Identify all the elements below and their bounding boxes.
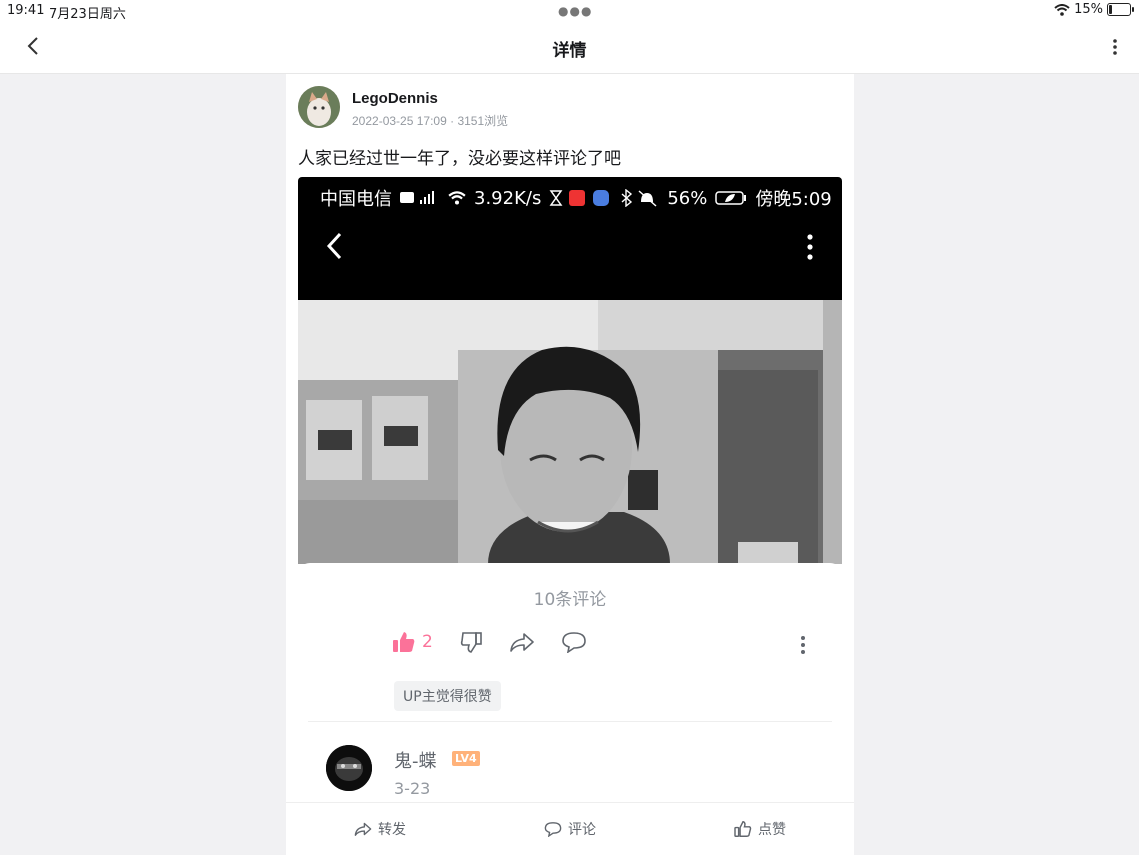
battery-percent: 15%	[1074, 2, 1103, 17]
post-views: 3151浏览	[457, 114, 509, 128]
up-liked-badge: UP主觉得很赞	[394, 681, 501, 711]
phone-back-icon	[326, 232, 342, 260]
status-time: 19:41	[7, 3, 45, 18]
share-icon	[510, 633, 534, 652]
post-timestamp: 2022-03-25 17:09	[352, 114, 447, 128]
phone-app-icons	[549, 190, 610, 206]
bottom-action-bar: 转发 评论 点赞	[286, 802, 854, 855]
commenter-name: 鬼-蝶	[394, 751, 437, 772]
comment-date: 3-23	[394, 779, 431, 798]
thumb-up-icon	[393, 632, 415, 652]
status-bar: 19:41 7月23日周六 ●●● 15%	[0, 0, 1139, 22]
comment-actions: 2	[392, 631, 613, 653]
phone-battery-icon	[715, 191, 747, 205]
post-card: LegoDennis 2022-03-25 17:09 · 3151浏览 人家已…	[286, 74, 854, 854]
commenter-avatar	[326, 745, 372, 791]
nav-bar: 详情	[0, 22, 1139, 74]
thumb-up-icon	[734, 821, 752, 837]
comment-icon	[544, 822, 562, 837]
battery-icon	[1107, 3, 1134, 16]
post-meta: 2022-03-25 17:09 · 3151浏览	[352, 112, 508, 129]
phone-status-bar: 中国电信 3.92K/s 56% 傍晚5:09	[320, 185, 832, 211]
author-avatar[interactable]	[298, 86, 340, 128]
comments-header: 10条评论	[533, 590, 607, 610]
more-icon[interactable]	[1105, 36, 1125, 58]
status-date: 7月23日周六	[49, 7, 126, 22]
like-count: 2	[422, 632, 433, 652]
phone-net-speed: 3.92K/s	[474, 187, 542, 209]
thumb-down-icon	[460, 632, 482, 653]
phone-battery-percent: 56%	[667, 187, 708, 209]
phone-wifi-icon	[448, 191, 466, 205]
author-name[interactable]: LegoDennis	[352, 90, 438, 107]
forward-icon	[354, 822, 372, 836]
like-label: 点赞	[758, 822, 786, 838]
comment-label: 评论	[568, 822, 596, 838]
forward-button[interactable]: 转发	[354, 819, 406, 839]
comment-divider	[308, 721, 832, 722]
phone-carrier: 中国电信	[320, 189, 392, 210]
phone-status-area: 中国电信 3.92K/s 56% 傍晚5:09	[298, 177, 842, 300]
wifi-icon	[1054, 3, 1070, 16]
status-right: 15%	[1054, 2, 1134, 17]
phone-time: 傍晚5:09	[755, 189, 832, 210]
comment-icon	[562, 632, 586, 653]
like-action: 2	[392, 631, 433, 653]
phone-signal-icon	[400, 191, 434, 204]
phone-more-icon	[807, 234, 813, 260]
forward-label: 转发	[378, 822, 406, 838]
post-image[interactable]: 中国电信 3.92K/s 56% 傍晚5:09 ▁▁▁ ▁ ▁ ▁▁▁ 10条评…	[298, 177, 842, 854]
person-photo	[298, 300, 842, 564]
comment-button[interactable]: 评论	[544, 819, 596, 839]
multitask-dots-icon[interactable]: ●●●	[558, 4, 592, 18]
like-button[interactable]: 点赞	[734, 819, 786, 839]
page-title: 详情	[552, 41, 587, 61]
level-badge: LV4	[452, 751, 480, 766]
post-text: 人家已经过世一年了，没必要这样评论了吧	[298, 149, 621, 169]
phone-bluetooth-mute-icons	[621, 189, 657, 207]
comment-more-icon	[801, 636, 805, 654]
